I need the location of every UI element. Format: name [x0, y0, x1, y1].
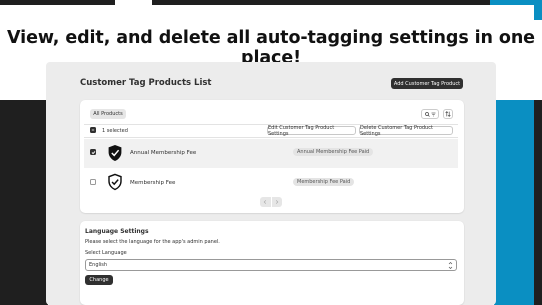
- decorative-bar-top-right: [152, 0, 542, 5]
- selected-count: 1 selected: [102, 127, 128, 134]
- product-thumbnail: [106, 143, 124, 163]
- sort-button[interactable]: [443, 109, 453, 119]
- product-name: Membership Fee: [130, 179, 176, 186]
- next-page-button[interactable]: [271, 197, 282, 207]
- pagination: [260, 197, 282, 207]
- sort-icon: [445, 111, 451, 117]
- tag-badge: Membership Fee Paid: [293, 178, 355, 186]
- decorative-side-right-edge: [534, 100, 542, 305]
- row-checkbox[interactable]: [90, 179, 96, 185]
- decorative-bar-top-left: [0, 0, 115, 5]
- tag-badge: Annual Membership Fee Paid: [293, 148, 374, 156]
- row-checkbox[interactable]: [90, 149, 96, 155]
- delete-settings-button[interactable]: Delete Customer Tag Product Settings: [359, 125, 453, 137]
- search-icon: [424, 111, 430, 117]
- checkmark-icon: [91, 150, 95, 154]
- product-thumbnail: [106, 172, 124, 192]
- page-title: Customer Tag Products List: [80, 78, 212, 88]
- select-updown-icon: [447, 261, 453, 272]
- decorative-side-left: [0, 100, 48, 305]
- language-select-value: English: [89, 262, 108, 268]
- bulk-select-checkbox[interactable]: [90, 127, 96, 133]
- filter-icon: [431, 112, 435, 116]
- decorative-accent-corner: [534, 0, 542, 20]
- select-language-label: Select Language: [85, 250, 127, 256]
- add-customer-tag-product-button[interactable]: Add Customer Tag Product: [391, 78, 463, 89]
- indeterminate-icon: [91, 129, 95, 131]
- membership-shield-check-icon: [108, 173, 122, 191]
- language-settings-title: Language Settings: [85, 228, 149, 235]
- language-settings-description: Please select the language for the app's…: [85, 239, 220, 245]
- previous-page-button[interactable]: [260, 197, 271, 207]
- tab-all-products[interactable]: All Products: [90, 109, 126, 119]
- chevron-left-icon: [264, 200, 267, 204]
- chevron-right-icon: [275, 200, 278, 204]
- membership-shield-check-icon: [108, 145, 122, 161]
- search-filter-button[interactable]: [421, 109, 439, 119]
- change-language-button[interactable]: Change: [85, 275, 113, 285]
- edit-settings-button[interactable]: Edit Customer Tag Product Settings: [267, 125, 356, 137]
- language-select[interactable]: [85, 259, 457, 271]
- product-name: Annual Membership Fee: [130, 150, 197, 156]
